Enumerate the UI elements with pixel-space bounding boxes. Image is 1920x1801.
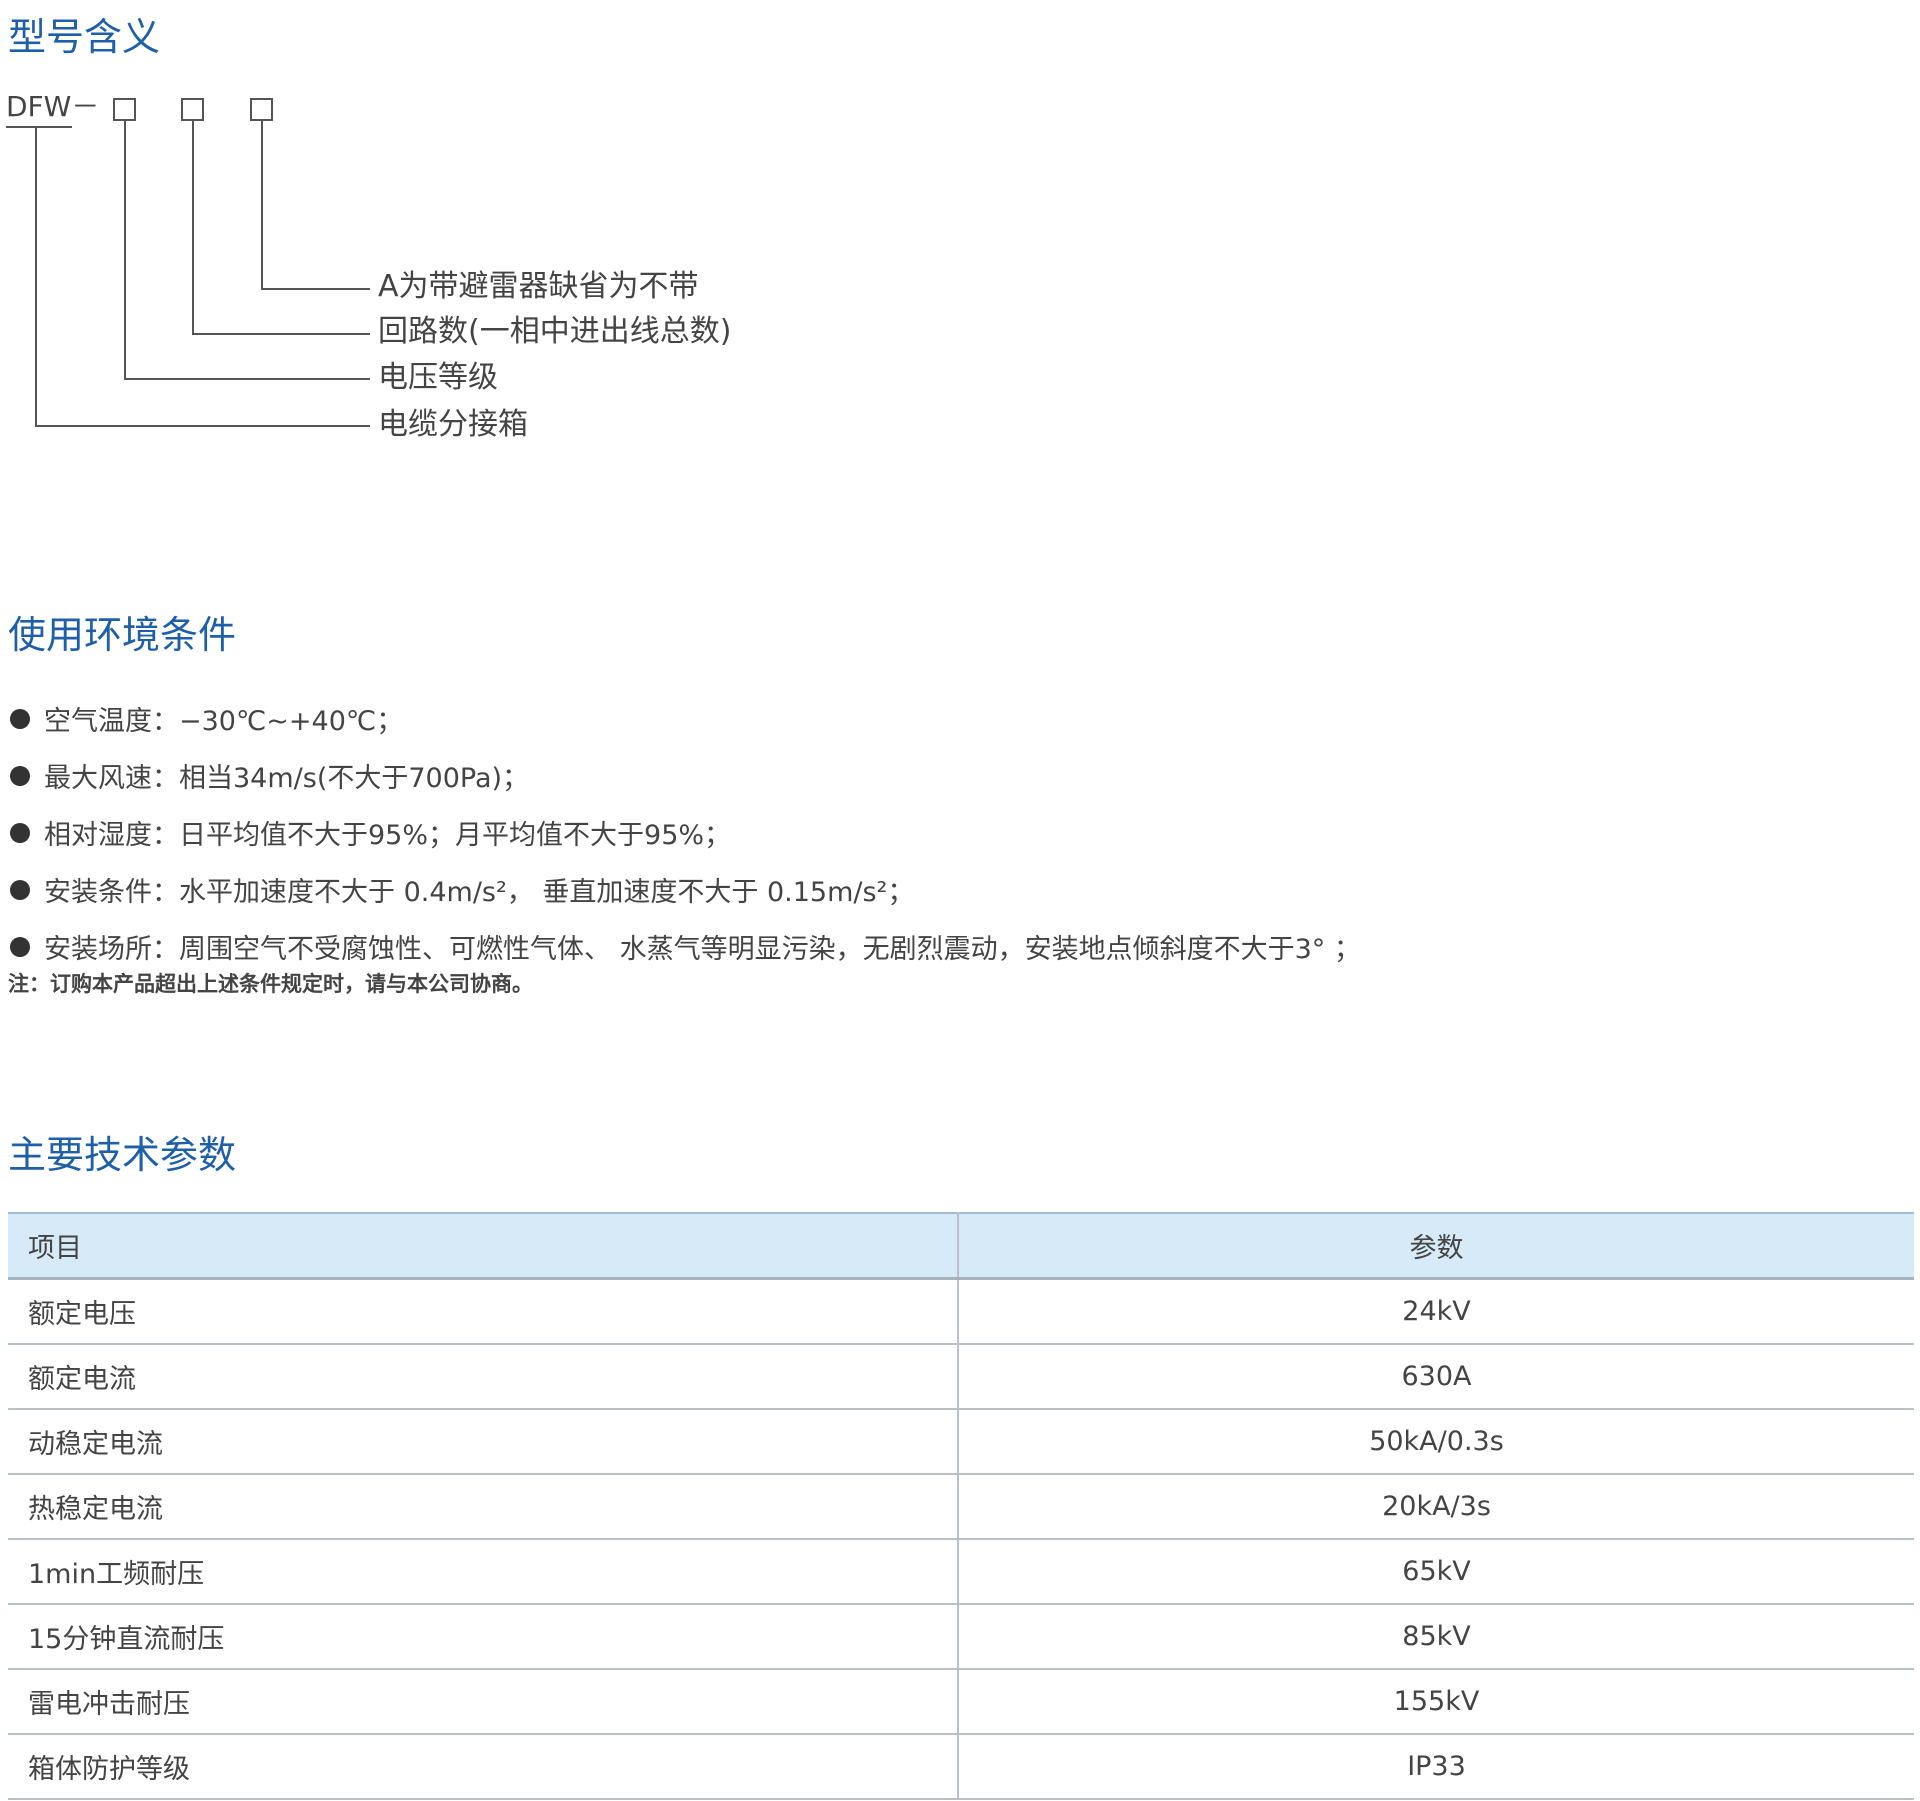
parameter-table: 项目 参数 额定电压 24kV 额定电流 630A 动稳定电流 50kA/0.3s 热… — [8, 1212, 1914, 1800]
bullet-icon — [10, 822, 30, 843]
bullet-icon — [10, 879, 30, 900]
model-label-voltage-level: 电压等级 — [378, 360, 498, 395]
bullet-icon — [10, 765, 30, 786]
bullet-icon — [10, 708, 30, 729]
condition-text: 最大风速：相当34m/s(不大于700Pa)； — [44, 763, 530, 794]
table-row: 额定电压 24kV — [8, 1278, 1914, 1345]
list-item: 安装条件：水平加速度不大于 0.4m/s²， 垂直加速度不大于 0.15m/s²… — [10, 861, 1890, 918]
param-value: IP33 — [958, 1734, 1914, 1800]
order-note: 注：订购本产品超出上述条件规定时，请与本公司协商。 — [8, 972, 533, 996]
model-placeholder-box-2 — [181, 98, 204, 121]
param-name: 雷电冲击耐压 — [8, 1669, 959, 1735]
condition-text: 空气温度：−30℃~+40℃； — [44, 706, 404, 737]
param-name: 热稳定电流 — [8, 1474, 959, 1540]
leader-line-voltage — [124, 120, 370, 380]
table-row: 热稳定电流 20kA/3s — [8, 1474, 1914, 1540]
leader-line-circuits — [192, 120, 370, 335]
param-name: 15分钟直流耐压 — [8, 1604, 959, 1670]
table-row: 1min工频耐压 65kV — [8, 1539, 1914, 1605]
param-name: 额定电压 — [8, 1278, 959, 1345]
param-value: 20kA/3s — [958, 1474, 1914, 1540]
param-value: 50kA/0.3s — [958, 1409, 1914, 1475]
model-placeholder-box-1 — [113, 98, 136, 121]
condition-list: 空气温度：−30℃~+40℃； 最大风速：相当34m/s(不大于700Pa)； … — [10, 690, 1890, 975]
table-row: 动稳定电流 50kA/0.3s — [8, 1409, 1914, 1475]
leader-line-box — [35, 127, 370, 427]
param-value: 630A — [958, 1344, 1914, 1410]
model-code-diagram: DFW－ A为带避雷器缺省为不带 回路数(一相中进出线总数) 电压等级 电缆分接… — [0, 80, 900, 480]
column-header-item: 项目 — [8, 1212, 959, 1280]
condition-text: 相对湿度：日平均值不大于95%；月平均值不大于95%； — [44, 820, 732, 851]
table-row: 雷电冲击耐压 155kV — [8, 1669, 1914, 1735]
model-label-circuits: 回路数(一相中进出线总数) — [378, 314, 732, 349]
section-title-model-meaning: 型号含义 — [8, 15, 161, 59]
bullet-icon — [10, 936, 30, 957]
param-value: 85kV — [958, 1604, 1914, 1670]
column-header-value: 参数 — [958, 1212, 1914, 1280]
param-name: 动稳定电流 — [8, 1409, 959, 1475]
param-value: 65kV — [958, 1539, 1914, 1605]
section-title-tech-params: 主要技术参数 — [8, 1133, 237, 1177]
param-name: 额定电流 — [8, 1344, 959, 1410]
model-placeholder-box-3 — [250, 98, 273, 121]
list-item: 空气温度：−30℃~+40℃； — [10, 690, 1890, 747]
table-row: 额定电流 630A — [8, 1344, 1914, 1410]
list-item: 最大风速：相当34m/s(不大于700Pa)； — [10, 747, 1890, 804]
model-label-cable-box: 电缆分接箱 — [378, 407, 528, 442]
leader-line-arrester — [261, 120, 370, 290]
param-name: 1min工频耐压 — [8, 1539, 959, 1605]
param-value: 155kV — [958, 1669, 1914, 1735]
table-row: 15分钟直流耐压 85kV — [8, 1604, 1914, 1670]
table-row: 箱体防护等级 IP33 — [8, 1734, 1914, 1800]
section-title-environment: 使用环境条件 — [8, 613, 237, 657]
model-label-arrester: A为带避雷器缺省为不带 — [378, 269, 699, 304]
condition-text: 安装条件：水平加速度不大于 0.4m/s²， 垂直加速度不大于 0.15m/s²… — [44, 877, 915, 908]
param-value: 24kV — [958, 1278, 1914, 1345]
list-item: 安装场所：周围空气不受腐蚀性、可燃性气体、 水蒸气等明显污染，无剧烈震动，安装地… — [10, 918, 1890, 975]
list-item: 相对湿度：日平均值不大于95%；月平均值不大于95%； — [10, 804, 1890, 861]
param-name: 箱体防护等级 — [8, 1734, 959, 1800]
table-header-row: 项目 参数 — [8, 1212, 1914, 1280]
condition-text: 安装场所：周围空气不受腐蚀性、可燃性气体、 水蒸气等明显污染，无剧烈震动，安装地… — [44, 934, 1361, 965]
